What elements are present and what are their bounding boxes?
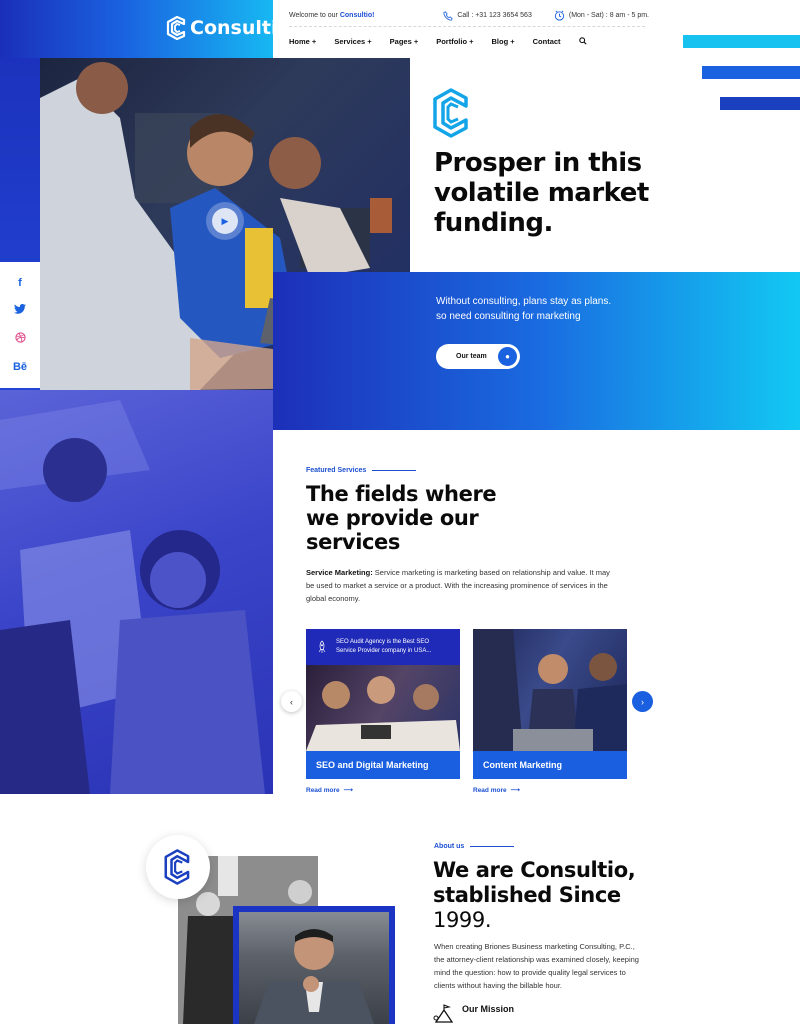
team-icon: ● bbox=[498, 347, 517, 366]
logo-icon bbox=[166, 16, 186, 40]
mission-heading: Our Mission bbox=[462, 1004, 515, 1014]
search-icon[interactable] bbox=[578, 37, 587, 47]
facebook-icon[interactable]: f bbox=[18, 277, 22, 289]
card-title: SEO and Digital Marketing bbox=[306, 751, 460, 779]
hero-subtitle-line-2: so need consulting for marketing bbox=[436, 311, 581, 322]
nav-item-blog[interactable]: Blog + bbox=[492, 37, 515, 47]
nav-item-portfolio[interactable]: Portfolio + bbox=[436, 37, 473, 47]
brand-name: Consultio bbox=[190, 17, 291, 39]
phone-text: Call : +31 123 3654 563 bbox=[457, 12, 532, 19]
decorative-stripe-2 bbox=[702, 66, 800, 79]
decorative-stripe-3 bbox=[720, 97, 800, 110]
dribbble-icon[interactable] bbox=[14, 332, 26, 346]
top-info-bar: Welcome to our Consultio! Call : +31 123… bbox=[289, 10, 649, 21]
about-year: 1999. bbox=[433, 908, 492, 932]
welcome-text: Welcome to our Consultio! bbox=[289, 12, 374, 19]
about-title-line-2: stablished Since bbox=[433, 883, 621, 907]
services-photo-illustration bbox=[0, 400, 265, 794]
hero-subtitle: Without consulting, plans stay as plans.… bbox=[436, 294, 636, 324]
social-links: f Bē bbox=[0, 262, 40, 388]
read-more-text: Read more bbox=[473, 786, 507, 794]
services-tag-text: Featured Services bbox=[306, 467, 367, 474]
nav-item-home[interactable]: Home + bbox=[289, 37, 316, 47]
chevron-left-icon: ‹ bbox=[290, 696, 293, 707]
service-card[interactable]: SEO Audit Agency is the Best SEO Service… bbox=[306, 629, 460, 779]
our-team-button[interactable]: Our team ● bbox=[436, 344, 520, 369]
hours-info: (Mon - Sat) : 8 am - 5 pm. bbox=[554, 10, 649, 21]
chevron-right-icon: › bbox=[641, 696, 644, 707]
services-title: The fields where we provide our services bbox=[306, 482, 497, 554]
about-tag-text: About us bbox=[434, 843, 465, 850]
brand-logo[interactable]: Consultio bbox=[166, 16, 291, 40]
card-banner: SEO Audit Agency is the Best SEO Service… bbox=[306, 629, 460, 665]
twitter-icon[interactable] bbox=[14, 304, 26, 317]
our-team-label: Our team bbox=[456, 353, 487, 360]
services-tag-line bbox=[372, 470, 417, 471]
card-title: Content Marketing bbox=[473, 751, 627, 779]
card-image bbox=[306, 665, 460, 751]
header-divider bbox=[289, 26, 645, 27]
decorative-stripe-1 bbox=[683, 35, 800, 48]
nav-item-services[interactable]: Services + bbox=[334, 37, 371, 47]
arrow-right-icon: ⟶ bbox=[343, 787, 353, 794]
card-banner-text: SEO Audit Agency is the Best SEO Service… bbox=[336, 639, 432, 654]
read-more-text: Read more bbox=[306, 786, 340, 794]
about-title-line-1: We are Consultio, bbox=[433, 858, 636, 882]
play-icon: ▶ bbox=[221, 215, 229, 226]
behance-icon[interactable]: Bē bbox=[13, 361, 27, 373]
services-photo bbox=[0, 390, 273, 794]
about-photo-frame bbox=[233, 906, 395, 1024]
welcome-brand: Consultio! bbox=[339, 12, 375, 19]
carousel-prev-button[interactable]: ‹ bbox=[281, 691, 302, 712]
read-more-link[interactable]: Read more ⟶ bbox=[306, 786, 353, 795]
mission-icon bbox=[433, 1004, 454, 1023]
main-nav: Home + Services + Pages + Portfolio + Bl… bbox=[289, 37, 587, 47]
about-title: We are Consultio, stablished Since 1999. bbox=[433, 858, 693, 933]
about-photo bbox=[239, 912, 389, 1024]
services-description: Service Marketing: Service marketing is … bbox=[306, 566, 611, 605]
service-card[interactable]: Content Marketing bbox=[473, 629, 627, 779]
hours-text: (Mon - Sat) : 8 am - 5 pm. bbox=[568, 12, 649, 19]
card-image bbox=[473, 629, 627, 751]
about-logo-badge bbox=[146, 835, 210, 899]
about-tag: About us bbox=[434, 843, 515, 850]
hero-title: Prosper in this volatile market funding. bbox=[434, 148, 649, 238]
clock-icon bbox=[554, 10, 564, 21]
read-more-link[interactable]: Read more ⟶ bbox=[473, 786, 520, 795]
carousel-next-button[interactable]: › bbox=[632, 691, 653, 712]
nav-item-contact[interactable]: Contact bbox=[533, 37, 561, 47]
rocket-icon bbox=[318, 640, 326, 653]
about-description: When creating Briones Business marketing… bbox=[434, 942, 639, 990]
welcome-prefix: Welcome to our bbox=[289, 12, 338, 19]
hero-subtitle-line-1: Without consulting, plans stay as plans. bbox=[436, 296, 612, 307]
phone-icon bbox=[443, 10, 454, 21]
services-desc-label: Service Marketing: bbox=[306, 568, 373, 577]
brand-c-icon bbox=[164, 849, 190, 885]
nav-item-pages[interactable]: Pages + bbox=[390, 37, 419, 47]
phone-info[interactable]: Call : +31 123 3654 563 bbox=[443, 10, 532, 21]
play-video-button[interactable]: ▶ bbox=[212, 208, 238, 234]
services-tag: Featured Services bbox=[306, 467, 417, 474]
brand-c-icon bbox=[433, 88, 468, 138]
about-tag-line bbox=[470, 846, 515, 847]
arrow-right-icon: ⟶ bbox=[510, 787, 520, 794]
